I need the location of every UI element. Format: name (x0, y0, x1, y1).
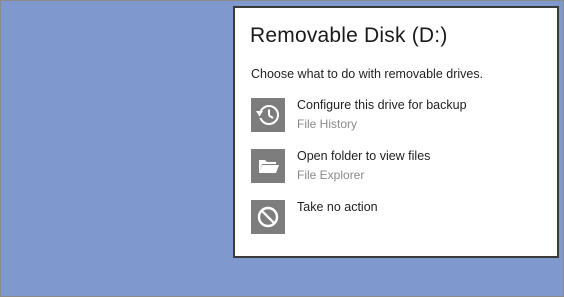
dialog-title: Removable Disk (D:) (250, 24, 448, 47)
no-action-icon (251, 200, 285, 234)
dialog-prompt: Choose what to do with removable drives. (251, 67, 484, 81)
option-configure-backup[interactable]: Configure this drive for backup File His… (251, 98, 541, 138)
option-sublabel: File History (297, 117, 358, 131)
folder-open-icon (251, 149, 285, 183)
autoplay-dialog: Removable Disk (D:) Choose what to do wi… (233, 6, 559, 258)
option-label: Configure this drive for backup (297, 98, 467, 112)
option-open-folder[interactable]: Open folder to view files File Explorer (251, 149, 541, 189)
option-label: Take no action (297, 200, 378, 214)
option-label: Open folder to view files (297, 149, 431, 163)
option-take-no-action[interactable]: Take no action (251, 200, 541, 240)
option-sublabel: File Explorer (297, 168, 365, 182)
file-history-icon (251, 98, 285, 132)
